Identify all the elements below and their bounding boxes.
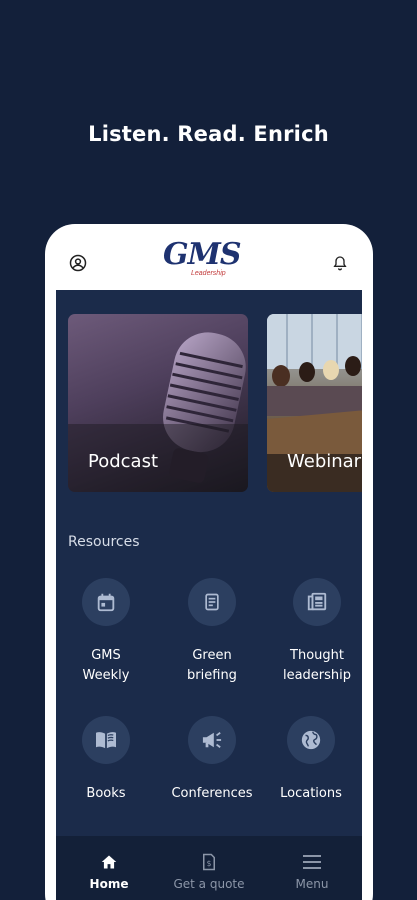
nav-label: Menu [295,877,329,891]
globe-icon [287,716,335,764]
logo-text: GMS [163,237,242,272]
resource-gms-weekly[interactable]: GMS Weekly [56,578,156,686]
svg-text:$: $ [207,859,212,868]
headline: Listen. Read. Enrich [88,122,329,146]
resource-green-briefing[interactable]: Green briefing [162,578,262,686]
resource-label: Conferences [171,786,253,801]
resources-title: Resources [68,534,140,550]
quote-document-icon: $ [159,852,259,872]
nav-get-a-quote[interactable]: $ Get a quote [159,852,259,891]
webinar-card[interactable]: Webinar [267,314,362,492]
newspaper-icon [293,578,341,626]
calendar-icon [82,578,130,626]
resource-label: Green briefing [187,648,237,683]
gms-logo: GMS Leadership [163,240,255,282]
resource-label: Locations [280,786,342,801]
podcast-card[interactable]: Podcast [68,314,248,492]
podcast-label: Podcast [88,451,159,472]
nav-label: Get a quote [173,877,245,891]
resource-conferences[interactable]: Conferences [162,716,262,804]
bottom-nav: Home $ Get a quote Menu [56,836,362,900]
nav-menu[interactable]: Menu [262,852,362,891]
phone-frame: GMS Leadership Podcast Webinar Resources… [45,224,373,900]
resource-thought-leadership[interactable]: Thought leadership [267,578,362,686]
resource-label: Thought leadership [282,648,352,683]
resource-books[interactable]: Books [56,716,156,804]
account-circle-icon[interactable] [69,254,87,272]
menu-icon [262,852,362,872]
app-screen: Podcast Webinar Resources GMS Weekly Gre… [56,290,362,900]
document-icon [188,578,236,626]
logo-subtext: Leadership [191,270,226,277]
nav-label: Home [89,877,129,891]
bell-icon[interactable] [331,254,349,272]
resource-label: GMS Weekly [82,648,130,683]
webinar-label: Webinar [287,451,362,472]
resource-label: Books [86,786,126,801]
book-icon [82,716,130,764]
home-icon [59,852,159,872]
megaphone-icon [188,716,236,764]
resource-locations[interactable]: Locations [261,716,361,804]
nav-home[interactable]: Home [59,852,159,891]
